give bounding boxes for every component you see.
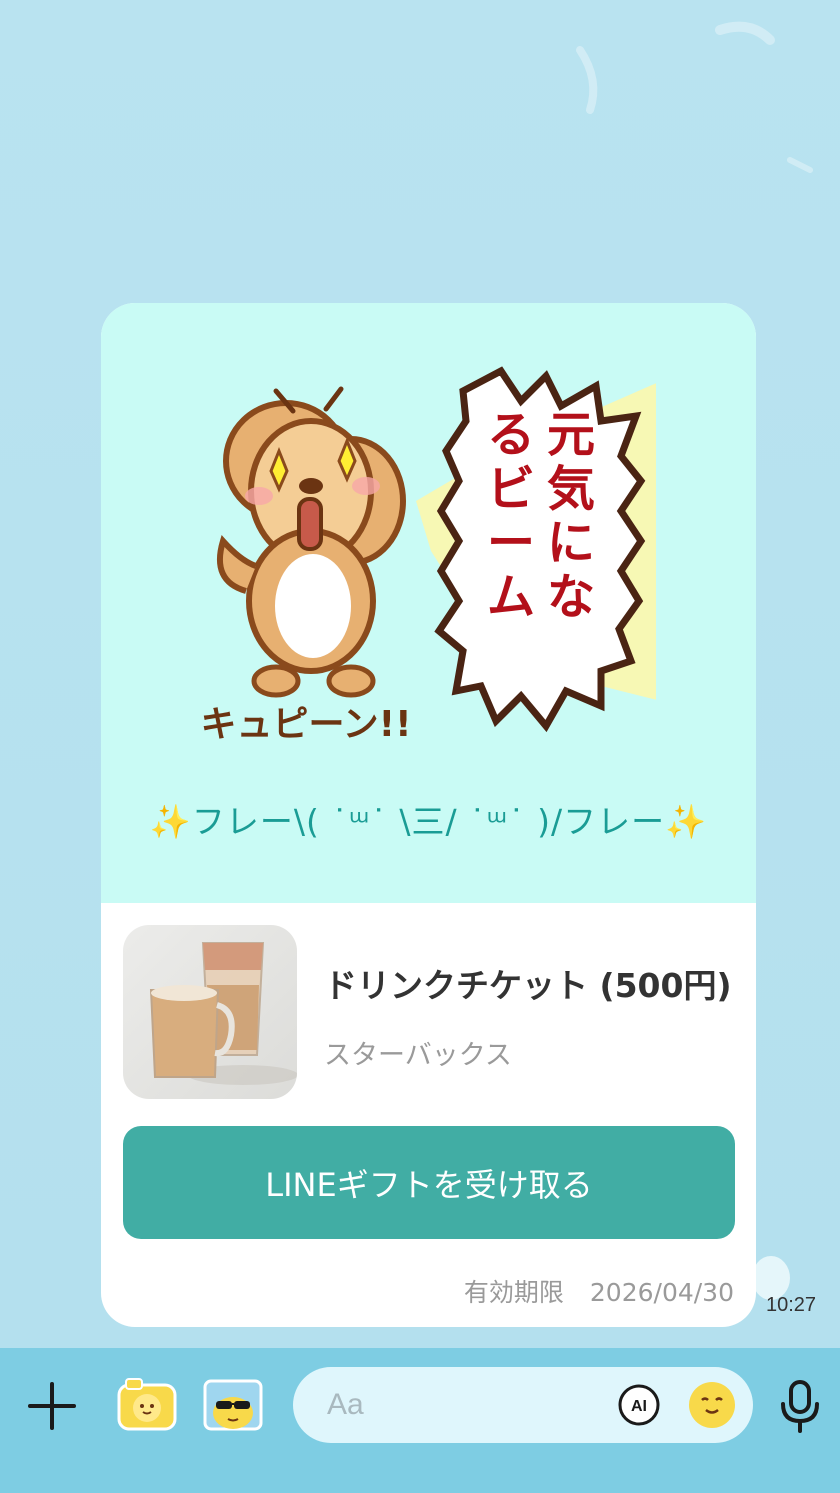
chat-area: 元気になるビーム キュピーン!! ✨フレー\( ˙ᵚ˙ \三/ ˙ᵚ˙ )/フレ… — [0, 0, 840, 1348]
photo-icon[interactable] — [202, 1375, 264, 1433]
ai-label: AI — [631, 1398, 647, 1415]
camera-icon[interactable] — [116, 1375, 178, 1433]
message-input-field[interactable]: AI — [293, 1367, 753, 1443]
expiry-info: 有効期限 2026/04/30 — [464, 1273, 734, 1309]
sticker-sound-text: キュピーン!! — [201, 704, 412, 745]
gift-brand: スターバックス — [324, 1040, 512, 1071]
emoji-icon[interactable] — [687, 1380, 737, 1430]
dog-sticker[interactable]: 元気になるビーム キュピーン!! — [201, 361, 656, 746]
expiry-date: 2026/04/30 — [589, 1278, 734, 1307]
ai-icon[interactable]: AI — [617, 1383, 661, 1427]
drink-thumbnail — [123, 925, 297, 1099]
card-header: 元気になるビーム キュピーン!! ✨フレー\( ˙ᵚ˙ \三/ ˙ᵚ˙ )/フレ… — [101, 303, 756, 903]
gift-message-card[interactable]: 元気になるビーム キュピーン!! ✨フレー\( ˙ᵚ˙ \三/ ˙ᵚ˙ )/フレ… — [101, 303, 756, 1327]
gift-product[interactable]: ドリンクチケット (500円) スターバックス — [123, 925, 735, 1100]
background-decoration — [576, 21, 813, 173]
plus-icon[interactable] — [26, 1380, 78, 1432]
message-text: ✨フレー\( ˙ᵚ˙ \三/ ˙ᵚ˙ )/フレー✨ — [149, 802, 708, 841]
message-time: 10:27 — [766, 1294, 817, 1316]
expiry-label: 有効期限 — [463, 1278, 564, 1307]
message-input[interactable] — [327, 1367, 597, 1443]
microphone-icon[interactable] — [778, 1379, 822, 1433]
gift-name: ドリンクチケット (500円) — [324, 966, 732, 1005]
receive-gift-button[interactable]: LINEギフトを受け取る — [123, 1126, 735, 1239]
